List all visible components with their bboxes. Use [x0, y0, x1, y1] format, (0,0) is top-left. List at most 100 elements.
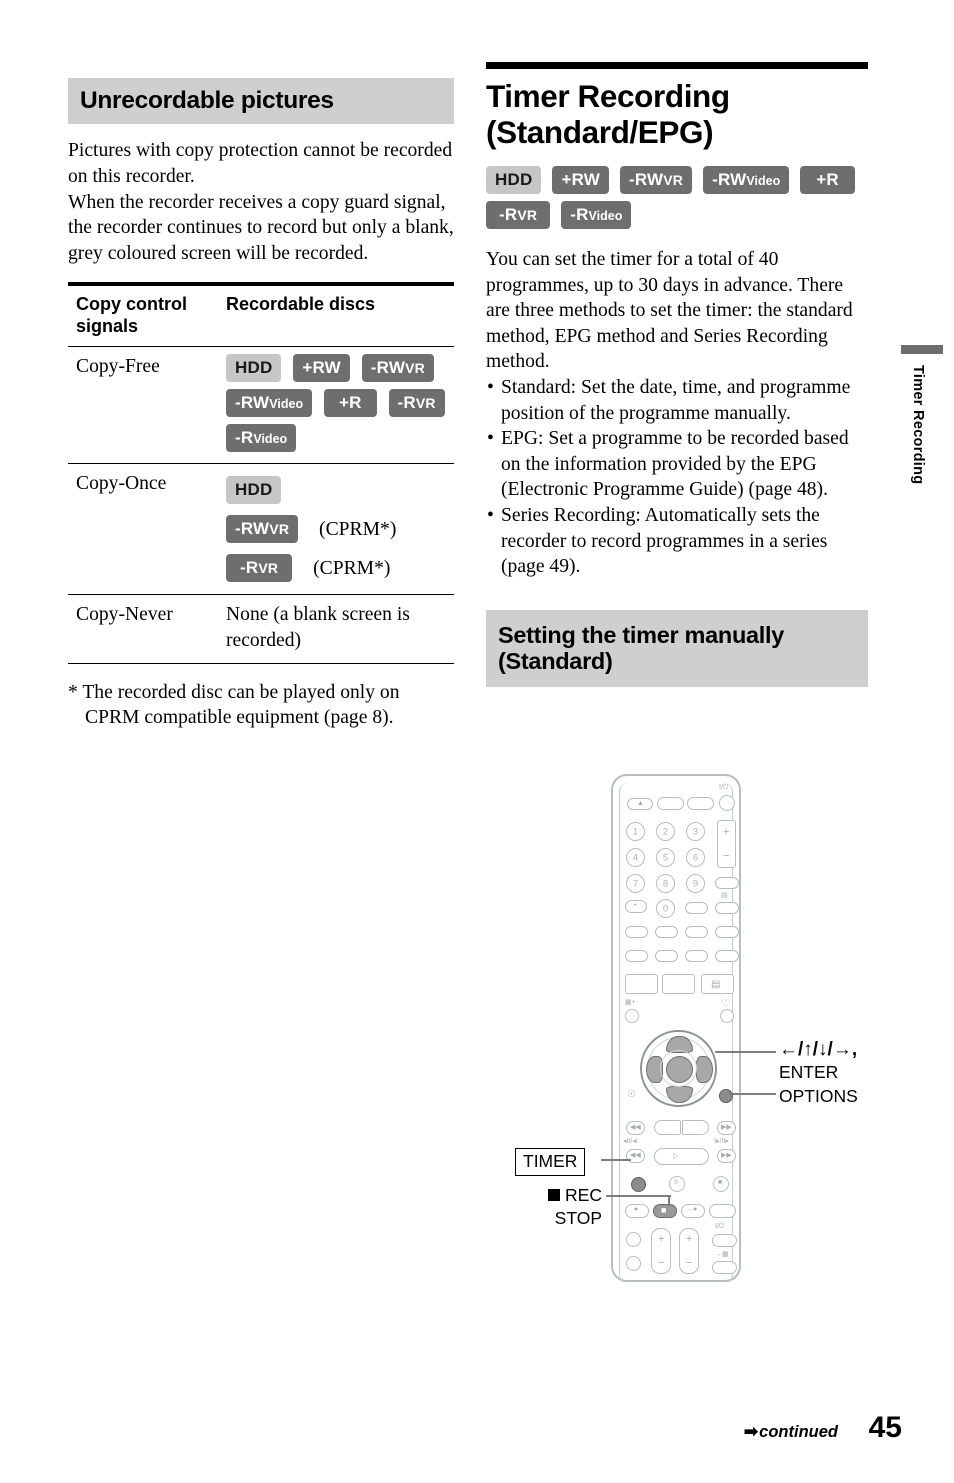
timer-methods-list: • Standard: Set the date, time, and progr…	[486, 375, 868, 580]
slow-forward-label: I▸/II▸	[714, 1138, 729, 1145]
side-tab: Timer Recording	[901, 345, 943, 484]
disc-badge-minus-r-vr: -RVR	[486, 201, 551, 229]
disc-badge-minus-rw-vr: -RWVR	[226, 515, 299, 544]
eject-icon: ▲	[637, 800, 644, 807]
number-key-1: 1	[626, 822, 645, 841]
rewind-icon: ◀◀	[630, 1152, 641, 1159]
disc-badge-minus-rw-vr: -RWVR	[361, 354, 434, 383]
disc-badge-plus-rw: +RW	[293, 354, 350, 383]
minus-icon: −	[723, 850, 730, 862]
function-button-5	[625, 950, 648, 962]
number-key-8: 8	[656, 874, 675, 893]
cell-discs: None (a blank screen is recorded)	[226, 604, 410, 651]
badge-row: -RWVideo +R -RVR	[226, 389, 454, 418]
fast-forward-icon: ▶▶	[721, 1152, 732, 1159]
rec-square-icon	[548, 1185, 565, 1205]
table-row: Copy-Once HDD -RWVR (CPRM*) -RVR (CPRM*)	[68, 464, 454, 595]
page-title: Timer Recording (Standard/EPG)	[486, 78, 730, 150]
disc-badge-minus-r-video: -RVideo	[226, 424, 297, 453]
table-header-row: Copy control signals Recordable discs	[68, 284, 454, 347]
table-row: Copy-Free HDD +RW -RWVR -RWVideo +R -RVR	[68, 347, 454, 464]
remote-control-illustration: ▲ I/⏻ 1 2 3 + − 4 5 6 7 8 9 • 0 ▤ ▤ ▦+ ♡…	[486, 762, 954, 1302]
number-key-4: 4	[626, 848, 645, 867]
bottom-round-button-2	[626, 1256, 641, 1271]
title-rule	[486, 62, 868, 69]
volume-plus-icon: +	[658, 1233, 665, 1245]
callout-arrow-keys: ←/↑/↓/→,	[779, 1039, 858, 1060]
badge-row: HDD +RW -RWVR -RWVideo +R	[486, 166, 868, 194]
disc-badge-hdd: HDD	[486, 166, 542, 194]
key-label: 5	[662, 852, 669, 863]
remote-body: ▲ I/⏻ 1 2 3 + − 4 5 6 7 8 9 • 0 ▤ ▤ ▦+ ♡…	[611, 774, 741, 1284]
cell-discs: HDD +RW -RWVR -RWVideo +R -RVR -RVideo	[218, 347, 454, 464]
bullet-icon: •	[487, 428, 494, 450]
page-footer: ➡continued 45	[0, 1408, 954, 1468]
play-icon: ▷	[673, 1153, 679, 1160]
paragraph: You can set the timer for a total of 40 …	[486, 249, 853, 373]
number-key-9: 9	[686, 874, 705, 893]
cprm-note: (CPRM*)	[313, 557, 391, 579]
section-heading-setting-timer: Setting the timer manually (Standard)	[486, 609, 868, 688]
number-key-6: 6	[686, 848, 705, 867]
key-label: 1	[632, 826, 639, 837]
disc-badge-hdd: HDD	[226, 354, 282, 383]
table-row: Copy-Never None (a blank screen is recor…	[68, 595, 454, 664]
key-label: 0	[662, 903, 669, 914]
clear-button	[685, 902, 708, 914]
number-key-5: 5	[656, 848, 675, 867]
key-label: 7	[632, 878, 639, 889]
cell-signal: Copy-Free	[76, 356, 160, 378]
right-column: Timer Recording (Standard/EPG) HDD +RW -…	[486, 62, 868, 688]
menu-button	[662, 974, 695, 994]
column-header-discs: Recordable discs	[226, 294, 376, 315]
tv-power-icon: I/⏻	[715, 1223, 725, 1230]
number-key-3: 3	[686, 822, 705, 841]
cell-discs: HDD -RWVR (CPRM*) -RVR (CPRM*)	[218, 464, 454, 595]
input-button-a	[657, 797, 684, 810]
power-icon: I/⏻	[719, 784, 729, 791]
display-icon: ▤	[711, 979, 721, 990]
callout-rec-stop: REC STOP	[526, 1184, 602, 1230]
tv-input-button	[712, 1261, 737, 1274]
leader-line-options	[729, 1093, 776, 1096]
function-button-8	[715, 950, 739, 962]
left-column: Unrecordable pictures Pictures with copy…	[68, 78, 454, 731]
rec-stop-icon: ■	[661, 1205, 667, 1215]
section-heading-unrecordable: Unrecordable pictures	[68, 78, 454, 125]
power-button	[719, 795, 735, 811]
leader-line-timer	[601, 1159, 631, 1162]
leader-line-recstop-hook	[668, 1195, 671, 1199]
disc-badge-minus-rw-vr: -RWVR	[619, 166, 693, 194]
number-key-7: 7	[626, 874, 645, 893]
tv-input-icon: →▦	[715, 1251, 729, 1258]
disc-badge-minus-rw-video: -RWVideo	[226, 389, 313, 418]
rec-dot-icon: ●	[634, 1206, 639, 1213]
cprm-note: (CPRM*)	[319, 518, 397, 540]
function-button-3	[685, 926, 708, 938]
list-item: • Series Recording: Automatically sets th…	[487, 504, 828, 578]
cell-signal: Copy-Once	[76, 473, 167, 495]
disc-badge-plus-r: +R	[324, 389, 377, 418]
function-button-4	[715, 926, 739, 938]
callout-enter: ENTER	[779, 1062, 839, 1082]
leader-line-arrows	[715, 1051, 776, 1054]
tv-power-button	[712, 1234, 737, 1247]
callout-options: OPTIONS	[779, 1086, 858, 1106]
unrecordable-body: Pictures with copy protection cannot be …	[68, 138, 454, 266]
document-page: Unrecordable pictures Pictures with copy…	[0, 0, 954, 1483]
key-label: 9	[692, 878, 699, 889]
play-button	[654, 1148, 709, 1165]
cprm-footnote: * The recorded disc can be played only o…	[68, 681, 400, 729]
slow-reverse-label: ◂II/◂I	[623, 1138, 638, 1145]
disc-badge-plus-r: +R	[800, 166, 855, 194]
return-icon: ☉	[627, 1089, 636, 1100]
audio-button	[715, 877, 739, 889]
scan-reverse-button	[654, 1120, 681, 1135]
function-button-1	[625, 926, 648, 938]
subtitle-icon: ▤	[721, 892, 728, 899]
function-button-6	[655, 950, 678, 962]
badge-row: -RVideo	[226, 424, 454, 453]
subtitle-button	[715, 902, 739, 914]
bullet-icon: •	[487, 376, 494, 398]
continued-label: ➡continued	[743, 1422, 838, 1441]
